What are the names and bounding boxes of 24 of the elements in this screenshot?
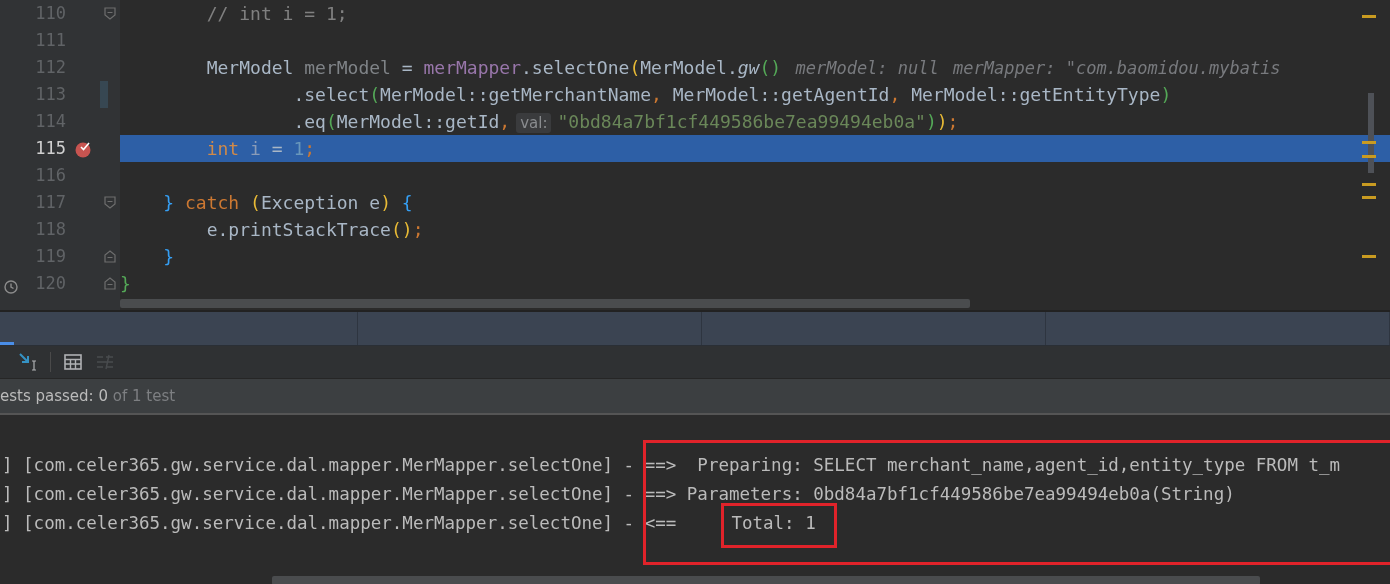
table-icon[interactable] xyxy=(63,352,83,372)
code-line: MerModel merModel = merMapper.selectOne(MerModel.gw() merModel: null merMapper: "com.baomidou.mybatis xyxy=(205,57,1281,78)
console-line: ] [com.celer365.gw.service.dal.mapper.MerMapper.selectOne] - ==> Preparing: SELECT merchant_name,agent_id,entity_type FROM t_m xyxy=(1,454,1341,477)
fold-icon[interactable] xyxy=(104,7,116,20)
fold-icon[interactable] xyxy=(104,250,116,263)
scrollbar-thumb[interactable] xyxy=(272,576,1260,584)
console-line: ] [com.celer365.gw.service.dal.mapper.MerMapper.selectOne] - ==> Parameters: 0bd84a7bf1cf449586be7ea99494eb0a(String) xyxy=(1,483,1235,506)
code-line: } xyxy=(120,273,131,294)
console-text: Total: 1 xyxy=(731,512,816,535)
fold-icon[interactable] xyxy=(104,277,116,290)
code-line: .eq(MerModel::getId, val: "0bd84a7bf1cf449586be7ea99494eb0a")); xyxy=(292,111,959,132)
scrollbar-thumb[interactable] xyxy=(120,299,970,308)
code-line: int i = 1; xyxy=(205,138,316,159)
code-line: // int i = 1; xyxy=(205,3,348,24)
line-number: 115 xyxy=(34,137,66,160)
code-line: } catch (Exception e) { xyxy=(162,192,413,213)
test-status: ests passed: 0 of 1 test xyxy=(0,387,176,405)
code-line: .select(MerModel::getMerchantName, MerModel::getAgentId, MerModel::getEntityType) xyxy=(292,84,1172,105)
fold-icon[interactable] xyxy=(104,196,116,209)
scroll-to-cursor-icon[interactable] xyxy=(18,352,38,372)
console-line: ] [com.celer365.gw.service.dal.mapper.MerMapper.selectOne] - <== xyxy=(1,512,677,535)
clock-icon[interactable] xyxy=(4,280,18,294)
code-line: } xyxy=(162,246,175,267)
code-line: e.printStackTrace(); xyxy=(205,219,424,240)
